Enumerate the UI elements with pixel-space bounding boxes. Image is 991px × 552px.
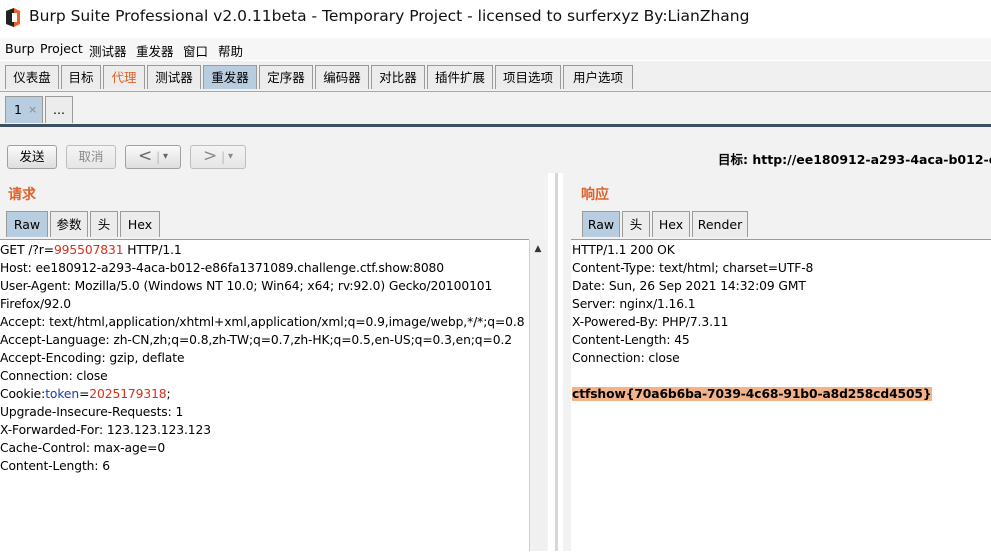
request-user-agent-cont: Firefox/92.0 <box>0 297 72 311</box>
request-content-length: Content-Length: 6 <box>0 459 110 473</box>
response-tab-headers[interactable]: 头 <box>622 211 650 237</box>
tab-extender[interactable]: 插件扩展 <box>427 65 493 89</box>
back-arrow-icon: < <box>138 146 153 166</box>
tab-comparer[interactable]: 对比器 <box>371 65 425 89</box>
response-status: HTTP/1.1 200 OK <box>572 243 675 257</box>
menu-project[interactable]: Project <box>40 41 83 56</box>
response-tab-hex[interactable]: Hex <box>652 211 690 237</box>
menu-window[interactable]: 窗口 <box>183 41 208 60</box>
response-editor[interactable]: HTTP/1.1 200 OK Content-Type: text/html;… <box>571 239 991 552</box>
menu-repeater[interactable]: 重发器 <box>136 41 174 60</box>
cancel-button[interactable]: 取消 <box>66 145 116 169</box>
param-value: 995507831 <box>53 243 124 257</box>
menu-intruder[interactable]: 测试器 <box>89 41 127 60</box>
tab-dashboard[interactable]: 仪表盘 <box>5 65 59 89</box>
request-tab-hex[interactable]: Hex <box>120 211 160 237</box>
request-editor[interactable]: GET /?r=995507831 HTTP/1.1 Host: ee18091… <box>0 239 529 552</box>
response-server: Server: nginx/1.16.1 <box>572 297 696 311</box>
send-button[interactable]: 发送 <box>7 145 57 169</box>
scroll-up-arrow-icon[interactable]: ▲ <box>530 242 546 256</box>
tab-sequencer[interactable]: 定序器 <box>259 65 313 89</box>
response-flag: ctfshow{70a6b6ba-7039-4c68-91b0-a8d258cd… <box>572 387 932 401</box>
tab-project-options[interactable]: 项目选项 <box>495 65 561 89</box>
response-content-type: Content-Type: text/html; charset=UTF-8 <box>572 261 814 275</box>
response-powered-by: X-Powered-By: PHP/7.3.11 <box>572 315 729 329</box>
request-title: 请求 <box>8 187 36 203</box>
forward-button[interactable]: > | ▾ <box>190 145 246 169</box>
forward-dropdown-icon[interactable]: ▾ <box>228 146 233 168</box>
request-tab-headers[interactable]: 头 <box>90 211 118 237</box>
request-upgrade: Upgrade-Insecure-Requests: 1 <box>0 405 184 419</box>
response-tab-raw[interactable]: Raw <box>582 211 620 237</box>
request-line: GET /?r=995507831 HTTP/1.1 <box>0 243 182 257</box>
forward-arrow-icon: > <box>203 146 218 166</box>
back-dropdown-icon[interactable]: ▾ <box>163 146 168 168</box>
request-accept-encoding: Accept-Encoding: gzip, deflate <box>0 351 185 365</box>
repeater-tab-1[interactable]: 1 × <box>5 96 43 123</box>
back-button[interactable]: < | ▾ <box>125 145 181 169</box>
tab-repeater[interactable]: 重发器 <box>203 65 257 89</box>
request-host: Host: ee180912-a293-4aca-b012-e86fa13710… <box>0 261 444 275</box>
request-tab-params[interactable]: 参数 <box>50 211 88 237</box>
window-title: Burp Suite Professional v2.0.11beta - Te… <box>29 7 750 25</box>
main-tab-bar: 仪表盘 目标 代理 测试器 重发器 定序器 编码器 对比器 插件扩展 项目选项 … <box>0 61 991 92</box>
split-pane-divider[interactable] <box>555 173 558 551</box>
tab-proxy[interactable]: 代理 <box>103 65 145 89</box>
tab-decoder[interactable]: 编码器 <box>315 65 369 89</box>
menu-help[interactable]: 帮助 <box>218 41 243 60</box>
flag-highlight: ctfshow{70a6b6ba-7039-4c68-91b0-a8d258cd… <box>572 387 932 401</box>
request-xff: X-Forwarded-For: 123.123.123.123 <box>0 423 211 437</box>
response-date: Date: Sun, 26 Sep 2021 14:32:09 GMT <box>572 279 806 293</box>
tab-target[interactable]: 目标 <box>61 65 101 89</box>
request-connection: Connection: close <box>0 369 108 383</box>
request-accept-language: Accept-Language: zh-CN,zh;q=0.8,zh-TW;q=… <box>0 333 512 347</box>
response-title: 响应 <box>581 187 609 203</box>
burp-logo-icon <box>6 8 20 27</box>
response-tab-render[interactable]: Render <box>692 211 748 237</box>
response-connection: Connection: close <box>572 351 680 365</box>
repeater-new-tab[interactable]: ... <box>45 96 73 123</box>
request-cookie: Cookie:token=2025179318; <box>0 387 171 401</box>
request-tab-raw[interactable]: Raw <box>6 211 48 237</box>
menu-burp[interactable]: Burp <box>5 41 35 56</box>
target-url[interactable]: 目标: http://ee180912-a293-4aca-b012-e86fa… <box>718 149 991 168</box>
request-user-agent: User-Agent: Mozilla/5.0 (Windows NT 10.0… <box>0 279 493 293</box>
request-scrollbar[interactable]: ▲ <box>529 240 546 551</box>
request-accept: Accept: text/html,application/xhtml+xml,… <box>0 315 525 329</box>
request-cache-control: Cache-Control: max-age=0 <box>0 441 166 455</box>
repeater-tab-1-label: 1 <box>14 102 22 117</box>
response-content-length: Content-Length: 45 <box>572 333 690 347</box>
menu-bar: Burp Project 测试器 重发器 窗口 帮助 <box>0 38 991 60</box>
title-bar: Burp Suite Professional v2.0.11beta - Te… <box>0 0 991 36</box>
repeater-tab-bar: 1 × ... <box>0 92 991 127</box>
tab-user-options[interactable]: 用户选项 <box>563 65 633 89</box>
close-icon[interactable]: × <box>28 97 37 123</box>
tab-intruder[interactable]: 测试器 <box>147 65 201 89</box>
